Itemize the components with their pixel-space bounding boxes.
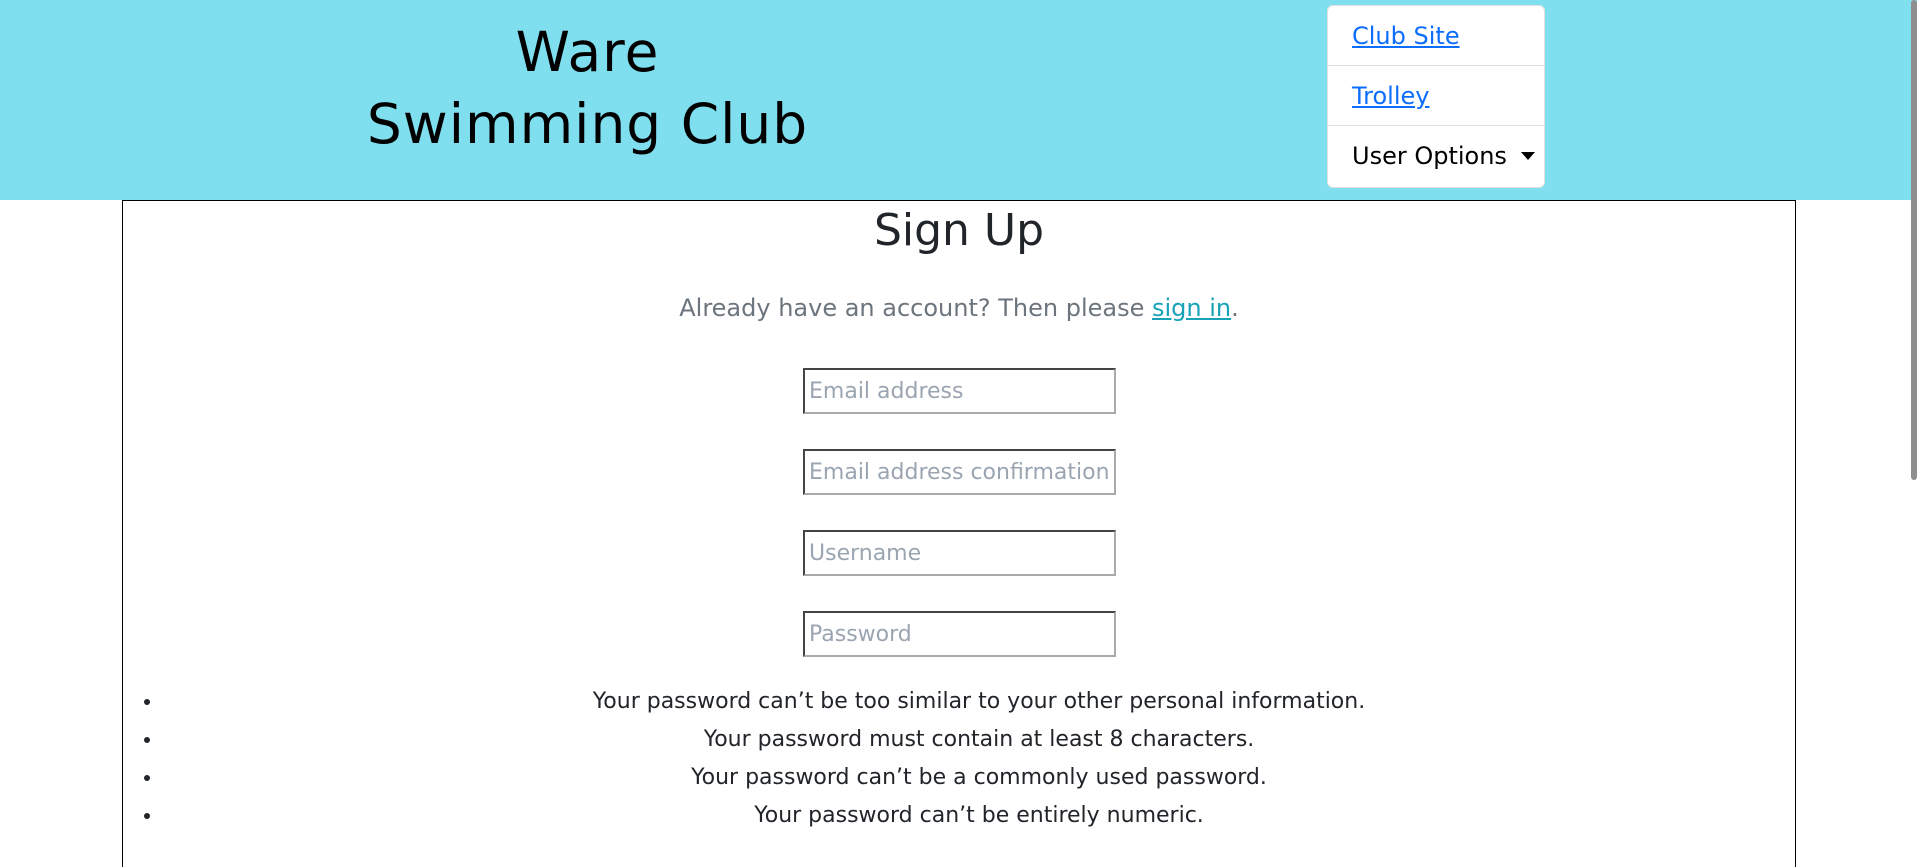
- site-header: Ware Swimming Club Club Site Trolley Use…: [0, 0, 1917, 200]
- club-site-link[interactable]: Club Site: [1352, 22, 1460, 50]
- user-options-label: User Options: [1352, 142, 1507, 170]
- password-help-item: Your password can’t be a commonly used p…: [163, 759, 1795, 797]
- password-help-list: Your password can’t be too similar to yo…: [123, 683, 1795, 835]
- signin-link[interactable]: sign in: [1152, 294, 1231, 322]
- username-field[interactable]: [803, 530, 1116, 576]
- nav-menu: Club Site Trolley User Options: [1327, 5, 1545, 188]
- brand-line-2: Swimming Club: [366, 92, 809, 156]
- scrollbar[interactable]: [1911, 0, 1917, 480]
- nav-item-trolley: Trolley: [1328, 66, 1544, 126]
- trolley-link[interactable]: Trolley: [1352, 82, 1429, 110]
- page-title: Sign Up: [873, 205, 1045, 256]
- nav-item-user-options: User Options: [1328, 126, 1544, 186]
- caret-down-icon: [1520, 152, 1535, 160]
- password-help-item: Your password can’t be too similar to yo…: [163, 683, 1795, 721]
- signin-prompt-text: Already have an account? Then please: [679, 294, 1152, 322]
- signin-prompt: Already have an account? Then please sig…: [123, 294, 1795, 322]
- nav-item-club-site: Club Site: [1328, 6, 1544, 66]
- password-help-item: Your password can’t be entirely numeric.: [163, 797, 1795, 835]
- site-brand: Ware Swimming Club: [320, 16, 855, 160]
- signin-prompt-suffix: .: [1231, 294, 1239, 322]
- user-options-dropdown[interactable]: User Options: [1352, 142, 1535, 170]
- brand-line-1: Ware: [515, 20, 660, 84]
- password-help-item: Your password must contain at least 8 ch…: [163, 721, 1795, 759]
- page: Ware Swimming Club Club Site Trolley Use…: [0, 0, 1917, 867]
- email-field[interactable]: [803, 368, 1116, 414]
- signup-panel: Sign Up Already have an account? Then pl…: [122, 200, 1796, 867]
- password-field[interactable]: [803, 611, 1116, 657]
- email-confirmation-field[interactable]: [803, 449, 1116, 495]
